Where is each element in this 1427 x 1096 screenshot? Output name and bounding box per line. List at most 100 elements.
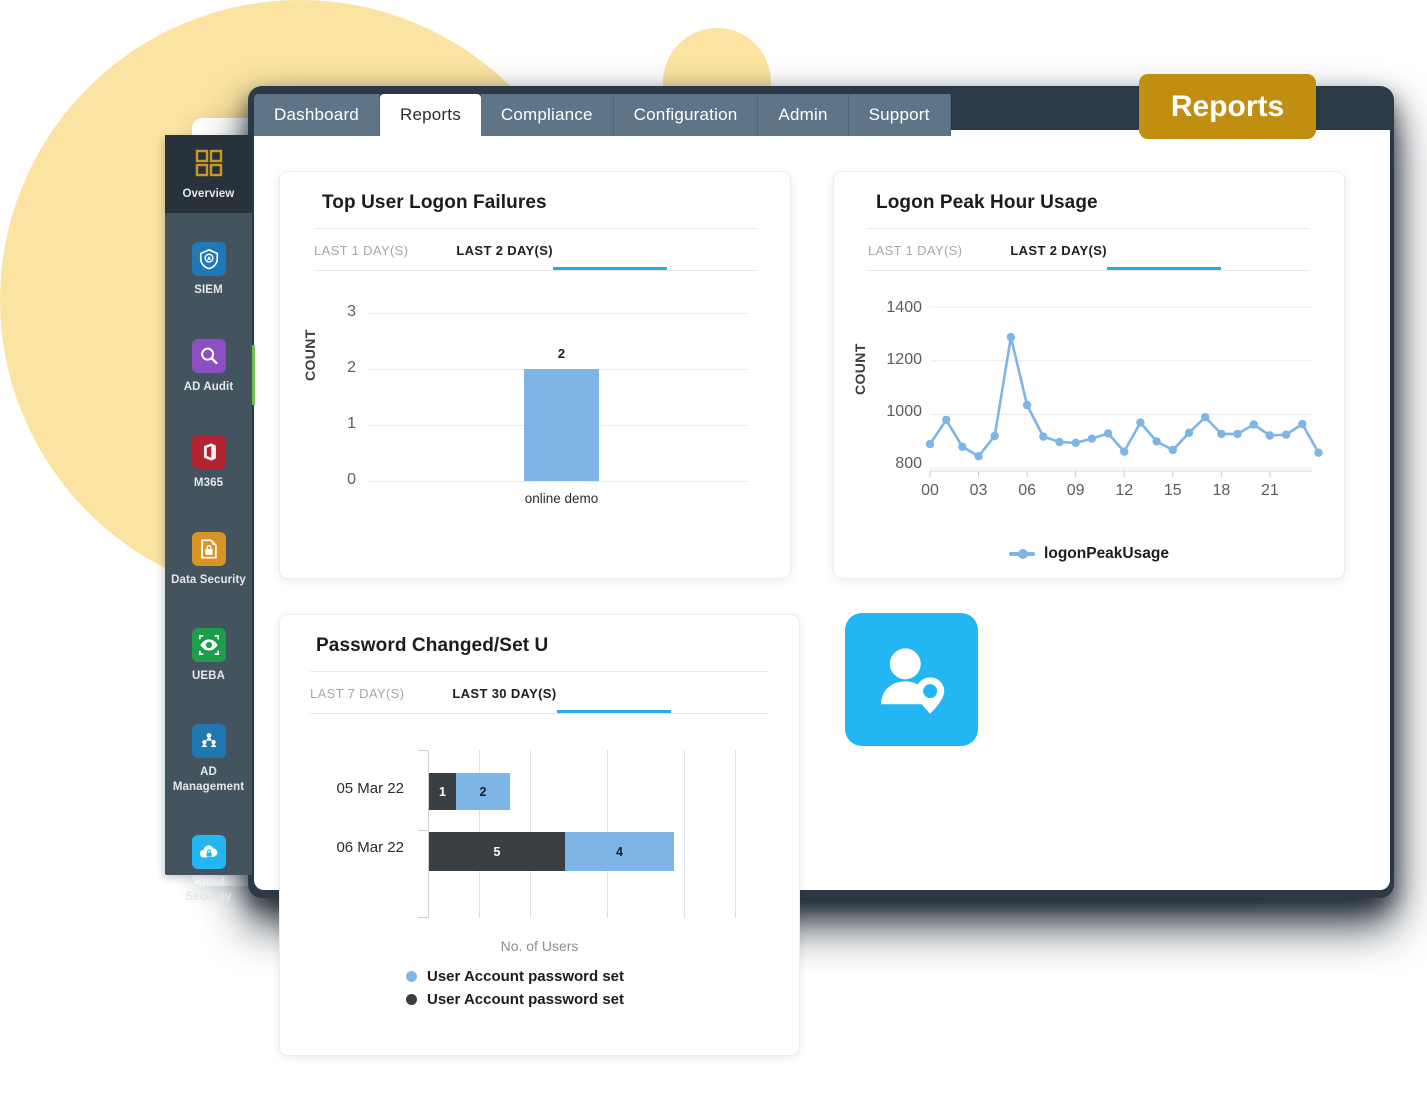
legend-label-blue: User Account password set [427,968,624,985]
grid-icon [192,146,226,180]
sidebar-item-siem[interactable]: SIEM [165,231,252,309]
range-tab-last-1-day[interactable]: LAST 1 DAY(S) [314,229,408,270]
file-lock-icon [191,531,226,566]
legend-label-dark: User Account password set [427,991,624,1008]
gridline [684,750,685,918]
line-data-point[interactable] [1022,400,1032,410]
tab-configuration[interactable]: Configuration [613,94,759,136]
sidebar-item-cloud-security[interactable]: Cloud Security [165,824,252,917]
divider [310,713,769,714]
sidebar-item-ueba[interactable]: UEBA [165,617,252,695]
sidebar-item-overview[interactable]: Overview [165,135,252,214]
line-data-point[interactable] [1184,428,1194,437]
tab-compliance[interactable]: Compliance [480,94,614,136]
line-data-point[interactable] [1217,429,1226,439]
x-axis-ticks: 00 03 06 09 12 15 18 21 [921,471,1279,499]
range-tab-last-2-days[interactable]: LAST 2 DAY(S) [1010,229,1107,270]
x-axis-tick-label: 06 [1018,482,1036,499]
legend-marker-line [1009,549,1036,559]
stacked-segment-blue-row1[interactable]: 2 [456,773,510,810]
tab-admin[interactable]: Admin [758,94,849,136]
line-data-point[interactable] [958,442,967,451]
axis-tick [418,830,429,831]
chart-top-user-logon-failures: COUNT 3 2 1 0 2 online demo [280,303,790,533]
y-tick-0: 0 [347,471,356,488]
line-data-point[interactable] [1281,430,1291,439]
sidebar-label-ad-audit: AD Audit [183,380,234,393]
range-tabs-logon-failures: LAST 1 DAY(S) LAST 2 DAY(S) [280,229,790,270]
line-series-logonpeakusage [928,335,1320,458]
card-title-password-changed: Password Changed/Set U [316,635,549,656]
legend-item-blue: User Account password set [406,968,624,985]
sidebar-item-data-security[interactable]: Data Security [165,521,252,599]
line-chart-svg: 00 03 06 09 12 15 18 21 [921,306,1323,499]
stacked-segment-blue-row2[interactable]: 4 [565,832,674,871]
legend-peak-usage: logonPeakUsage [834,545,1344,563]
x-axis-tick-label: 18 [1212,482,1230,499]
line-data-point[interactable] [1168,445,1177,455]
line-data-point[interactable] [1314,448,1323,457]
line-data-point[interactable] [1006,332,1016,342]
divider [314,270,756,271]
gridline [735,750,736,918]
line-data-point[interactable] [942,415,951,425]
line-data-point[interactable] [1265,431,1275,440]
legend-password-changed: User Account password set User Account p… [406,968,624,1014]
x-axis-tick-label: 00 [921,482,939,499]
line-data-point[interactable] [1071,438,1080,447]
card-title-peak-usage: Logon Peak Hour Usage [876,192,1098,213]
y-tick-3: 3 [347,303,356,320]
line-data-point[interactable] [1298,419,1307,429]
range-tab-last-7-days[interactable]: LAST 7 DAY(S) [310,672,404,713]
tab-dashboard[interactable]: Dashboard [254,94,380,136]
line-data-point[interactable] [1087,434,1097,443]
sidebar-label-data-security: Data Security [171,573,246,586]
line-data-point[interactable] [1039,432,1048,441]
sidebar-item-m365[interactable]: M365 [165,424,252,502]
axis-tick [418,917,429,918]
chart-logon-peak-hour-usage: COUNT 1400 1200 1000 800 00 03 06 09 12 15 18 2… [834,299,1344,562]
line-data-point[interactable] [1120,447,1129,456]
range-tab-last-30-days[interactable]: LAST 30 DAY(S) [452,672,556,713]
line-data-point[interactable] [925,439,935,449]
x-axis-tick-label: 12 [1115,482,1133,499]
cloud-lock-icon [191,835,226,869]
line-data-point[interactable] [990,431,999,441]
line-data-point[interactable] [1201,413,1210,422]
bar-online-demo[interactable] [524,369,599,481]
line-data-point[interactable] [1136,418,1145,427]
range-tab-last-1-day[interactable]: LAST 1 DAY(S) [868,229,962,270]
range-tab-last-2-days[interactable]: LAST 2 DAY(S) [456,229,553,270]
tab-support[interactable]: Support [848,94,951,136]
line-data-point[interactable] [1152,437,1161,446]
legend-dot-dark [406,994,417,1005]
line-data-point[interactable] [1055,437,1064,447]
stacked-segment-dark-row1[interactable]: 1 [429,773,456,810]
sidebar-label-cloud-security: Cloud Security [185,877,232,904]
line-data-point[interactable] [974,452,983,461]
line-data-point[interactable] [1249,420,1258,429]
user-location-icon [880,647,944,714]
line-data-point[interactable] [1103,429,1113,438]
stacked-segment-dark-row2[interactable]: 5 [429,832,565,871]
screenshot-root: Dashboard Reports Compliance Configurati… [0,0,1427,1096]
sidebar-label-ueba: UEBA [192,669,225,682]
left-sidebar: Overview SIEM AD Audit M365 Data Securit… [165,135,255,903]
sidebar-label-ad-management: AD Management [172,766,245,793]
sidebar-item-ad-audit[interactable]: AD Audit [165,328,252,406]
tab-reports[interactable]: Reports [379,94,481,136]
eye-icon [191,627,226,662]
magnifier-icon [191,338,226,373]
chart-password-changed-set: 05 Mar 22 06 Mar 22 1 2 5 4 No. of Users… [280,742,799,1008]
line-data-point[interactable] [1233,429,1242,439]
user-location-icon-tile [845,613,978,746]
main-tab-bar: Dashboard Reports Compliance Configurati… [254,94,951,136]
sidebar-item-ad-management[interactable]: AD Management [165,713,252,806]
gridline [366,481,748,482]
y-tick-2: 2 [347,359,356,376]
legend-dot-blue [406,971,417,982]
